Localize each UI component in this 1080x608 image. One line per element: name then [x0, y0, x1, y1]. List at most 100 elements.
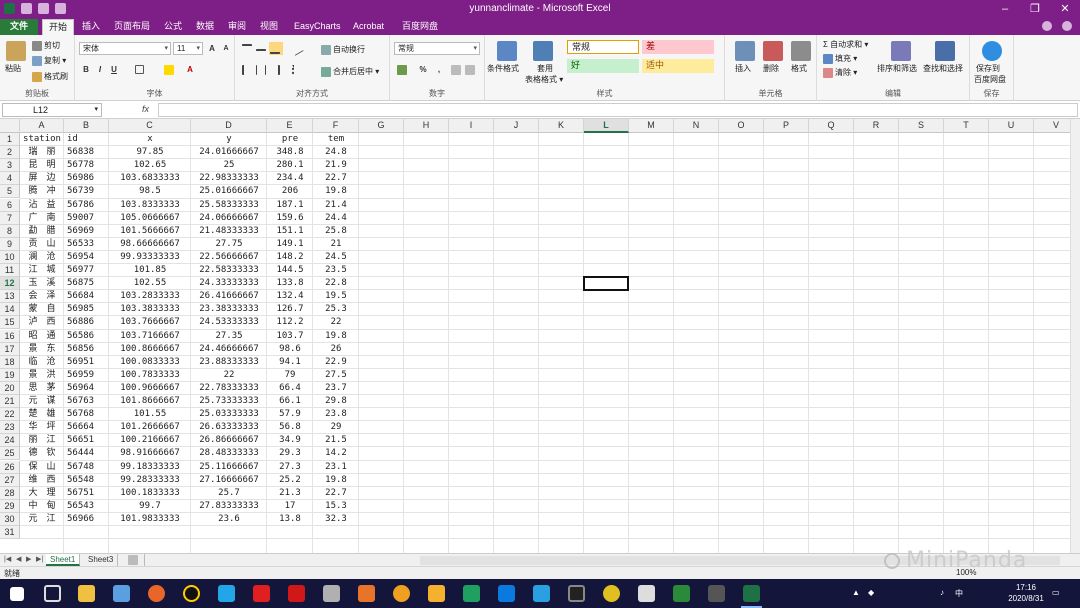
- find-select-button[interactable]: 查找和选择: [923, 63, 963, 74]
- table-cell[interactable]: 26: [316, 343, 356, 356]
- table-cell[interactable]: 100.8666667: [112, 343, 188, 356]
- table-cell[interactable]: 56986: [67, 172, 106, 185]
- row-header[interactable]: 4: [0, 172, 20, 186]
- new-sheet-button[interactable]: [124, 554, 145, 566]
- table-cell[interactable]: 25.3: [316, 303, 356, 316]
- table-cell[interactable]: 56951: [67, 356, 106, 369]
- table-cell[interactable]: 151.1: [270, 225, 310, 238]
- app-icon-5[interactable]: [428, 585, 445, 602]
- table-cell[interactable]: 25.03333333: [194, 408, 264, 421]
- table-cell[interactable]: 101.8666667: [112, 395, 188, 408]
- table-cell[interactable]: 23.5: [316, 264, 356, 277]
- app-icon-1[interactable]: [113, 585, 130, 602]
- table-cell[interactable]: 大 理: [23, 487, 61, 500]
- table-cell[interactable]: 98.91666667: [112, 447, 188, 460]
- table-cell[interactable]: 21.5: [316, 434, 356, 447]
- save-baidu-button[interactable]: 保存到: [976, 63, 1000, 74]
- table-cell[interactable]: 27.5: [316, 369, 356, 382]
- table-cell[interactable]: 14.2: [316, 447, 356, 460]
- table-cell[interactable]: 玉 溪: [23, 277, 61, 290]
- column-header[interactable]: T: [944, 119, 989, 133]
- row-header[interactable]: 26: [0, 460, 20, 474]
- table-cell[interactable]: 56964: [67, 382, 106, 395]
- table-cell[interactable]: 148.2: [270, 251, 310, 264]
- delete-cells-button[interactable]: 删除: [763, 63, 779, 74]
- border-button[interactable]: [133, 63, 147, 76]
- header-cell[interactable]: y: [194, 133, 264, 146]
- row-header[interactable]: 20: [0, 381, 20, 395]
- shrink-font-button[interactable]: A: [219, 42, 233, 55]
- tab-baidu[interactable]: 百度网盘: [396, 19, 444, 35]
- underline-button[interactable]: U: [107, 63, 121, 76]
- row-header[interactable]: 3: [0, 159, 20, 173]
- table-cell[interactable]: 100.2166667: [112, 434, 188, 447]
- table-cell[interactable]: 56954: [67, 251, 106, 264]
- table-cell[interactable]: 19.8: [316, 474, 356, 487]
- table-cell[interactable]: 56684: [67, 290, 106, 303]
- table-cell[interactable]: 会 泽: [23, 290, 61, 303]
- row-header[interactable]: 13: [0, 290, 20, 304]
- tab-home[interactable]: 开始: [42, 19, 75, 35]
- tray-icon-shield[interactable]: ▲: [852, 588, 860, 597]
- table-cell[interactable]: 27.3: [270, 461, 310, 474]
- table-cell[interactable]: 25.8: [316, 225, 356, 238]
- row-header[interactable]: 24: [0, 434, 20, 448]
- column-header[interactable]: K: [539, 119, 584, 133]
- windows-start-icon[interactable]: [10, 587, 24, 601]
- matlab-icon[interactable]: [358, 585, 375, 602]
- table-cell[interactable]: 屏 边: [23, 172, 61, 185]
- table-cell[interactable]: 22.58333333: [194, 264, 264, 277]
- header-cell[interactable]: station: [23, 133, 61, 146]
- table-cell[interactable]: 56838: [67, 146, 106, 159]
- table-cell[interactable]: 24.46666667: [194, 343, 264, 356]
- align-center-button[interactable]: [255, 63, 269, 76]
- table-cell[interactable]: 126.7: [270, 303, 310, 316]
- row-header[interactable]: 21: [0, 395, 20, 408]
- table-cell[interactable]: 57.9: [270, 408, 310, 421]
- table-cell[interactable]: 元 谋: [23, 395, 61, 408]
- search-app-icon[interactable]: [393, 585, 410, 602]
- percent-button[interactable]: %: [416, 63, 430, 76]
- prev-sheet-icon[interactable]: ◀: [16, 555, 21, 563]
- task-view-icon[interactable]: [44, 585, 61, 602]
- table-cell[interactable]: 元 江: [23, 513, 61, 526]
- table-cell[interactable]: 22: [194, 369, 264, 382]
- row-header[interactable]: 17: [0, 342, 20, 356]
- formula-input[interactable]: [158, 103, 1078, 117]
- row-header[interactable]: 30: [0, 512, 20, 526]
- table-cell[interactable]: 99.18333333: [112, 461, 188, 474]
- minimize-button[interactable]: –: [990, 0, 1020, 19]
- table-cell[interactable]: 103.6833333: [112, 172, 188, 185]
- table-cell[interactable]: 27.16666667: [194, 474, 264, 487]
- last-sheet-icon[interactable]: ▶|: [36, 555, 43, 563]
- table-cell[interactable]: 23.6: [194, 513, 264, 526]
- table-cell[interactable]: 昭 通: [23, 330, 61, 343]
- tab-easycharts[interactable]: EasyCharts: [288, 19, 347, 35]
- table-cell[interactable]: 22.7: [316, 172, 356, 185]
- tab-view[interactable]: 视图: [254, 19, 284, 35]
- table-cell[interactable]: 25.11666667: [194, 461, 264, 474]
- column-header[interactable]: B: [64, 119, 109, 133]
- font-color-button[interactable]: A: [183, 63, 197, 76]
- table-cell[interactable]: 丽 江: [23, 434, 61, 447]
- style-neutral[interactable]: 适中: [642, 59, 714, 73]
- tab-formulas[interactable]: 公式: [158, 19, 188, 35]
- qq-icon[interactable]: [183, 585, 200, 602]
- column-header[interactable]: U: [989, 119, 1034, 133]
- table-cell[interactable]: 56664: [67, 421, 106, 434]
- active-cell-selection[interactable]: [583, 276, 629, 292]
- select-all-corner[interactable]: [0, 119, 20, 133]
- table-cell[interactable]: 24.4: [316, 212, 356, 225]
- table-cell[interactable]: 25.01666667: [194, 185, 264, 198]
- tray-icon-network[interactable]: ◆: [868, 588, 874, 597]
- table-cell[interactable]: 99.93333333: [112, 251, 188, 264]
- table-cell[interactable]: 25.7: [194, 487, 264, 500]
- autosum-button[interactable]: Σ 自动求和 ▾: [823, 39, 868, 50]
- table-cell[interactable]: 21.3: [270, 487, 310, 500]
- table-cell[interactable]: 56875: [67, 277, 106, 290]
- column-header[interactable]: N: [674, 119, 719, 133]
- table-cell[interactable]: 24.33333333: [194, 277, 264, 290]
- align-right-button[interactable]: [269, 63, 283, 76]
- table-cell[interactable]: 25.58333333: [194, 199, 264, 212]
- table-cell[interactable]: 21.4: [316, 199, 356, 212]
